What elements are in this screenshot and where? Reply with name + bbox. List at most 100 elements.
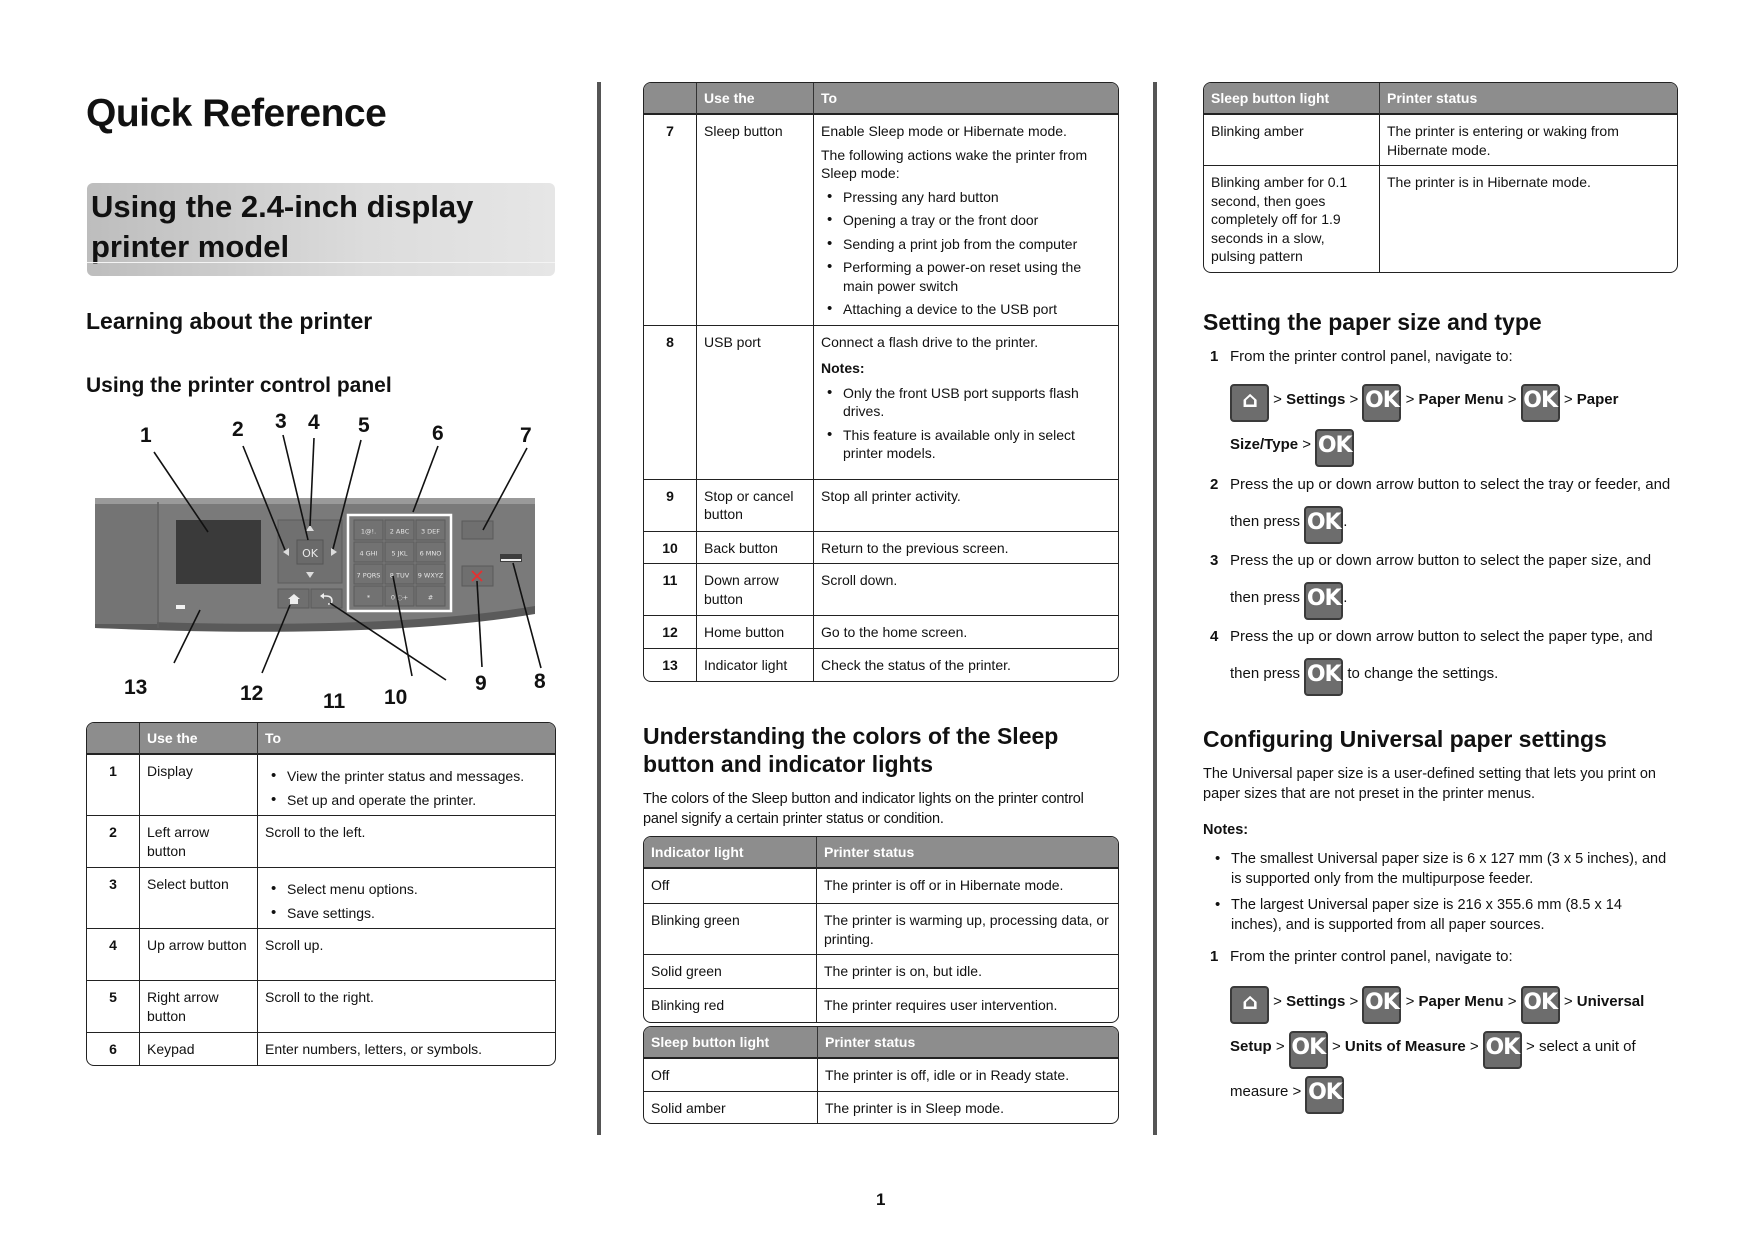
banner-title: Using the 2.4-inch display printer model [91,189,474,264]
row-number: 11 [644,563,696,615]
row-item: Keypad [139,1032,257,1065]
indicator-light [176,605,185,609]
table-row: Solid amber The printer is in Sleep mode. [644,1090,1118,1124]
table-row: 10 Back button Return to the previous scre… [644,530,1118,564]
callout-9: 9 [475,672,487,695]
row-description: Scroll up. [265,937,324,953]
callout-3: 3 [275,410,287,433]
bullet-item: Sending a print job from the computer [821,235,1111,254]
section-banner: Using the 2.4-inch display printer model [87,183,555,276]
row-number: 7 [666,123,674,139]
table-row: Blinking green The printer is warming up,… [644,903,1118,954]
table-row: 8 USB port Connect a flash drive to the pr… [644,324,1118,479]
row-number: 5 [87,980,139,1032]
printer-status: The printer is off, idle or in Ready sta… [817,1059,1118,1091]
row-description: Enable Sleep mode or Hibernate mode. [821,123,1067,139]
printer-status: The printer is in Sleep mode. [817,1090,1118,1123]
col-header-to: To [813,83,1118,115]
row-purpose: Enable Sleep mode or Hibernate mode. The … [813,115,1118,325]
row-purpose: Enter numbers, letters, or symbols. [257,1032,555,1065]
ok-button-icon: OK [1304,658,1344,696]
table-row: 6 Keypad Enter numbers, letters, or symbol… [87,1032,555,1065]
row-purpose: Connect a flash drive to the printer. Not… [813,324,1118,479]
col-header-indicator: Indicator light [644,837,816,869]
printer-status: The printer is on, but idle. [816,954,1118,988]
row-item: Select button [139,867,257,928]
row-description: Stop all printer activity. [821,487,961,504]
bullet-item: Select menu options. [265,880,548,899]
callout-13: 13 [124,676,148,699]
ok-button-icon: OK [1362,384,1402,422]
light-state: Off [651,877,670,893]
universal-nav-path-line-3: measure > OK [1230,1070,1345,1114]
col-header-status: Printer status [817,1027,1118,1059]
table-row: 5 Right arrow button Scroll to the right. [87,980,555,1032]
callout-6: 6 [432,422,444,445]
light-state: Solid amber [644,1090,817,1124]
row-description-extra: The following actions wake the printer f… [821,146,1088,182]
table-row: 4 Up arrow button Scroll up. [87,928,555,980]
control-panel-figure: OK 1@!. 2 ABC 3 DEF 4 GHI 5 JKL 6 MNO 7 PQRS 8 … [80,410,580,720]
universal-notes-label: Notes: [1203,822,1249,838]
row-number: 9 [644,478,696,531]
page-number: 1 [876,1190,886,1209]
bullet-item: Attaching a device to the USB port [821,300,1111,319]
column-divider-1 [597,82,601,1135]
home-button-icon: ⌂ [1230,384,1269,422]
row-purpose: Select menu options. Save settings. [257,867,555,928]
ok-button-icon: OK [1362,986,1402,1024]
universal-intro: The Universal paper size is a user-defin… [1203,766,1656,802]
table-row: 11 Down arrow button Scroll down. [644,563,1118,615]
paper-step-3: 3 Press the up or down arrow button to s… [1210,552,1652,569]
row-item: Left arrow button [139,815,257,867]
colors-intro: The colors of the Sleep button and indic… [643,791,1084,827]
light-state: Solid green [644,954,816,988]
table-row: Blinking amber for 0.1 second, then goes… [1204,165,1677,272]
keypad-key-label: 6 MNO [420,550,442,558]
ok-button-icon: OK [1520,384,1560,422]
row-number: 10 [644,530,696,564]
col-header-status: Printer status [816,837,1118,869]
ok-button-icon: OK [1304,582,1344,620]
row-description: Scroll to the right. [265,989,374,1005]
callout-5: 5 [358,414,370,437]
bullet-item: Pressing any hard button [821,188,1111,207]
keypad-key-label: 9 WXYZ [418,572,444,580]
row-number: 2 [87,815,139,867]
callout-2: 2 [232,418,244,441]
row-number: 8 [644,324,696,479]
home-button-icon: ⌂ [1230,986,1269,1024]
universal-notes-list: The smallest Universal paper size is 6 x… [1209,849,1669,935]
keypad-key-label: 4 GHI [359,550,377,558]
callout-1: 1 [140,424,152,447]
paper-step-1: 1 From the printer control panel, naviga… [1210,348,1513,365]
col-header-sleep-light: Sleep button light [644,1027,817,1059]
paper-nav-path-line-1: ⌂ > Settings > OK > Paper Menu > OK > Pa… [1230,378,1618,422]
table-row: Off The printer is off, idle or in Ready … [644,1059,1118,1091]
row-purpose: Check the status of the printer. [813,648,1118,681]
row-number: 4 [87,928,139,980]
table-row: 7 Sleep button Enable Sleep mode or Hibern… [644,115,1118,325]
universal-nav-path-line-2: Setup > OK > Units of Measure > OK > sel… [1230,1025,1636,1069]
row-purpose: Scroll to the left. [257,815,555,867]
control-panel-illustration: OK 1@!. 2 ABC 3 DEF4 GHI 5 JKL 6 MNO7 PQRS 8 … [95,434,542,681]
keypad-key-label: # [428,594,433,602]
row-item: Indicator light [696,648,813,681]
banner-rule [87,262,555,263]
row-item: Back button [696,530,813,563]
row-purpose: Return to the previous screen. [813,530,1118,563]
col-header-sleep-light: Sleep button light [1204,83,1379,115]
ok-button-icon: OK [1288,1031,1328,1069]
universal-nav-path-line-1: ⌂ > Settings > OK > Paper Menu > OK > Un… [1230,980,1644,1024]
row-number: 1 [109,763,117,779]
printer-status: The printer is off or in Hibernate mode. [816,869,1118,903]
col-header-status: Printer status [1379,83,1677,115]
table-row: 3Select button Select menu options. Save s… [87,867,555,928]
control-panel-table-2: Use the To 7 Sleep button Enable Sleep mod… [643,82,1119,682]
row-description: Scroll down. [821,572,898,588]
column-divider-2 [1153,82,1157,1135]
sleep-light-table-2: Sleep button light Printer status Blinki… [1203,82,1678,273]
bullet-item: Set up and operate the printer. [265,791,548,810]
table-row: Blinking red The printer requires user in… [644,988,1118,1022]
table-row: Solid green The printer is on, but idle. [644,954,1118,988]
